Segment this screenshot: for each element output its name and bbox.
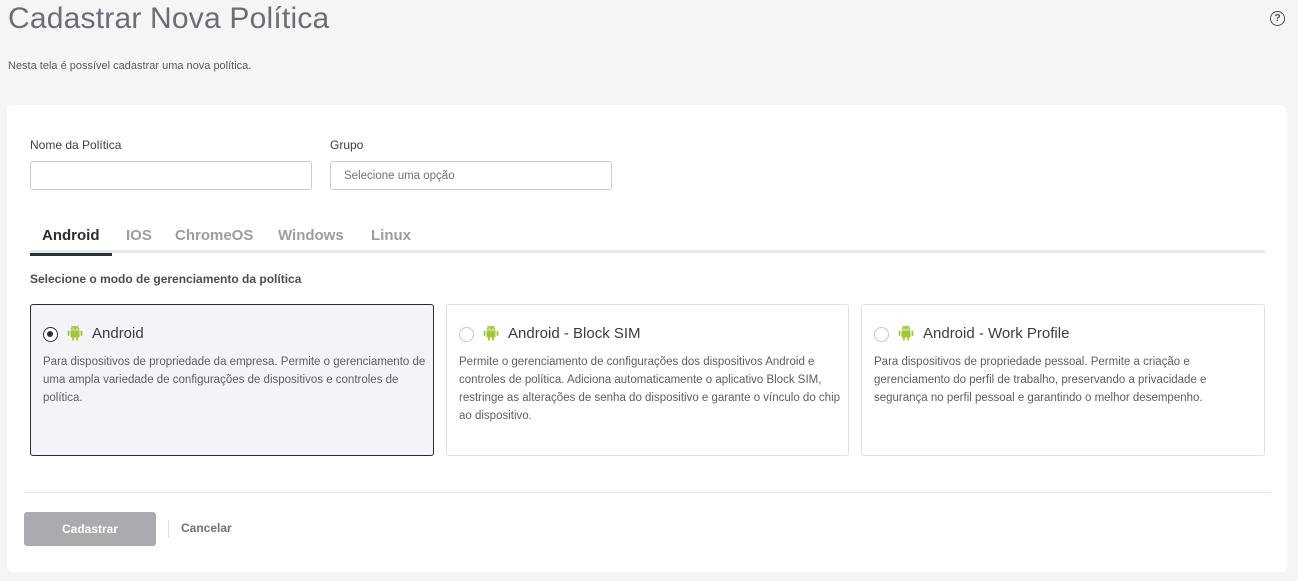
management-mode-label: Selecione o modo de gerenciamento da pol… (30, 272, 302, 286)
mode-radio-android-block-sim[interactable] (459, 327, 474, 342)
mode-card-android-work-profile[interactable]: Android - Work Profile Para dispositivos… (861, 304, 1265, 456)
android-icon (898, 324, 914, 341)
policy-name-input[interactable] (30, 161, 312, 190)
mode-radio-android[interactable] (43, 327, 58, 342)
cancel-link[interactable]: Cancelar (181, 521, 232, 535)
android-icon (483, 324, 499, 341)
button-separator (168, 520, 169, 538)
mode-title: Android - Block SIM (508, 325, 641, 342)
mode-description: Para dispositivos de propriedade da empr… (43, 356, 426, 404)
mode-description: Permite o gerenciamento de configurações… (459, 356, 841, 422)
tab-windows[interactable]: Windows (266, 227, 356, 253)
submit-button[interactable]: Cadastrar (24, 512, 156, 546)
policy-name-label: Nome da Política (30, 138, 122, 152)
group-label: Grupo (330, 138, 364, 152)
page-title: Cadastrar Nova Política (8, 2, 330, 35)
android-icon (67, 324, 83, 341)
help-icon[interactable]: ? (1270, 11, 1285, 26)
group-select-placeholder: Selecione uma opção (344, 169, 455, 182)
mode-title: Android - Work Profile (923, 325, 1070, 342)
footer-divider (24, 492, 1271, 493)
mode-radio-android-work-profile[interactable] (874, 327, 889, 342)
mode-description: Para dispositivos de propriedade pessoal… (874, 356, 1207, 404)
tab-ios[interactable]: IOS (114, 227, 164, 253)
tab-linux[interactable]: Linux (359, 227, 423, 253)
mode-card-android-block-sim[interactable]: Android - Block SIM Permite o gerenciame… (446, 304, 849, 456)
page-subtitle: Nesta tela é possível cadastrar uma nova… (8, 60, 252, 72)
group-select[interactable]: Selecione uma opção (330, 161, 612, 190)
mode-card-android[interactable]: Android Para dispositivos de propriedade… (30, 304, 434, 456)
tab-chromeos[interactable]: ChromeOS (163, 227, 265, 253)
mode-title: Android (92, 325, 144, 342)
form-card: Nome da Política Grupo Selecione uma opç… (7, 105, 1287, 572)
tab-android[interactable]: Android (30, 227, 112, 256)
platform-tabs: Android IOS ChromeOS Windows Linux (30, 223, 1265, 256)
